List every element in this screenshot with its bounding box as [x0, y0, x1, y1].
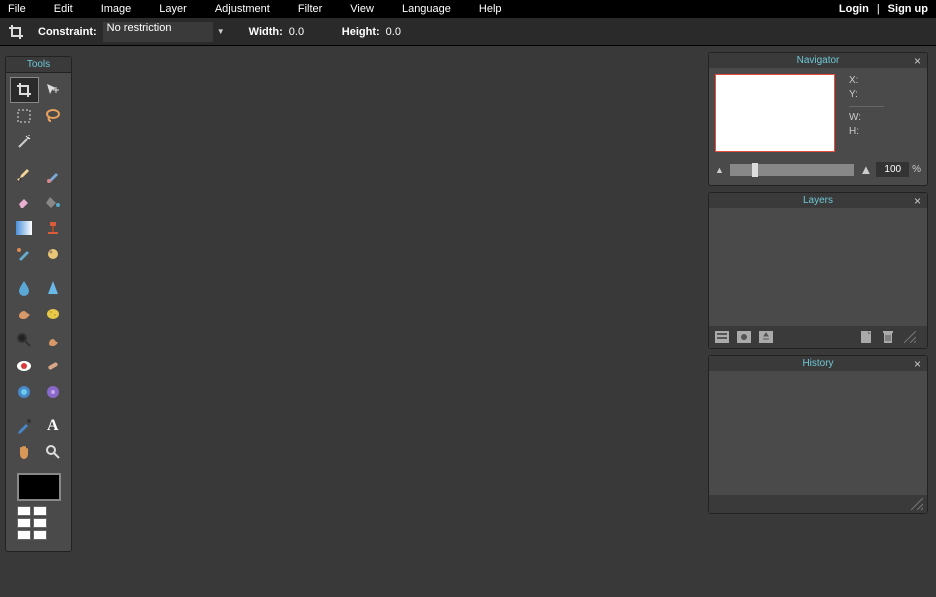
- colorpicker-tool[interactable]: [10, 413, 39, 439]
- menu-language[interactable]: Language: [402, 3, 451, 15]
- swatch[interactable]: [17, 518, 31, 528]
- color-swatches: [10, 505, 67, 547]
- login-link[interactable]: Login: [839, 3, 869, 15]
- zoom-in-icon[interactable]: ▲: [860, 162, 873, 177]
- close-icon[interactable]: ×: [914, 194, 921, 208]
- zoom-slider[interactable]: [730, 164, 854, 176]
- sponge-tool[interactable]: [39, 301, 68, 327]
- eraser-tool[interactable]: [10, 189, 39, 215]
- wand-tool[interactable]: [10, 129, 39, 155]
- foreground-color[interactable]: [17, 473, 61, 501]
- navigator-preview[interactable]: [715, 74, 835, 152]
- swatch[interactable]: [17, 530, 31, 540]
- tools-grid: A: [6, 73, 71, 551]
- new-layer-icon[interactable]: [857, 329, 875, 345]
- blur-tool[interactable]: [10, 275, 39, 301]
- menu-file[interactable]: File: [8, 3, 26, 15]
- zoom-slider-thumb[interactable]: [752, 163, 758, 177]
- swatch[interactable]: [33, 530, 47, 540]
- swatch[interactable]: [33, 518, 47, 528]
- close-icon[interactable]: ×: [914, 54, 921, 68]
- redeye-tool[interactable]: [10, 353, 39, 379]
- crop-tool[interactable]: [10, 77, 39, 103]
- height-input[interactable]: [386, 26, 421, 38]
- menu-view[interactable]: View: [350, 3, 374, 15]
- navigator-title: Navigator ×: [709, 53, 927, 68]
- history-title: History ×: [709, 356, 927, 371]
- width-label: Width:: [249, 26, 283, 38]
- clone-stamp-tool[interactable]: [39, 215, 68, 241]
- layer-styles-icon[interactable]: [757, 329, 775, 345]
- nav-x-label: X:: [849, 74, 921, 88]
- layers-toolbar: [709, 326, 927, 348]
- menu-image[interactable]: Image: [101, 3, 132, 15]
- swatch[interactable]: [33, 506, 47, 516]
- hand-tool[interactable]: [10, 439, 39, 465]
- nav-h-label: H:: [849, 125, 921, 139]
- close-icon[interactable]: ×: [914, 357, 921, 371]
- layer-settings-icon[interactable]: [713, 329, 731, 345]
- trash-icon[interactable]: [879, 329, 897, 345]
- auth-separator: |: [877, 3, 880, 15]
- constraint-label: Constraint:: [38, 26, 97, 38]
- move-tool[interactable]: [39, 77, 67, 103]
- color-replace-tool[interactable]: [10, 241, 39, 267]
- layer-mask-icon[interactable]: [735, 329, 753, 345]
- swatch[interactable]: [17, 506, 31, 516]
- constraint-dropdown[interactable]: No restriction: [103, 22, 213, 42]
- workspace: Tools: [0, 46, 936, 597]
- tools-panel-title: Tools: [6, 57, 71, 73]
- burn-tool[interactable]: [39, 327, 68, 353]
- menu-bar: File Edit Image Layer Adjustment Filter …: [0, 0, 936, 18]
- type-tool[interactable]: A: [39, 413, 68, 439]
- menu-filter[interactable]: Filter: [298, 3, 322, 15]
- history-list: [709, 371, 927, 495]
- bucket-tool[interactable]: [39, 189, 68, 215]
- resize-handle-icon[interactable]: [911, 498, 923, 510]
- empty-tool: [39, 129, 68, 155]
- smudge-tool[interactable]: [10, 301, 39, 327]
- sharpen-tool[interactable]: [39, 275, 68, 301]
- pencil-tool[interactable]: [10, 163, 39, 189]
- gradient-tool[interactable]: [10, 215, 39, 241]
- zoom-tool[interactable]: [39, 439, 68, 465]
- right-panels: Navigator × X: Y: W: H: ▲ ▲ 100 %: [708, 52, 928, 520]
- options-bar: Constraint: No restriction ▼ Width: Heig…: [0, 18, 936, 46]
- marquee-tool[interactable]: [10, 103, 39, 129]
- lasso-tool[interactable]: [39, 103, 68, 129]
- zoom-out-icon[interactable]: ▲: [715, 165, 724, 175]
- layers-list: [709, 208, 927, 326]
- layers-title-text: Layers: [803, 195, 833, 206]
- dodge-tool[interactable]: [10, 327, 39, 353]
- navigator-title-text: Navigator: [797, 55, 840, 66]
- bloat-tool[interactable]: [10, 379, 39, 405]
- pinch-tool[interactable]: [39, 379, 68, 405]
- history-title-text: History: [802, 358, 833, 369]
- resize-handle-icon[interactable]: [901, 329, 919, 345]
- chevron-down-icon[interactable]: ▼: [213, 22, 229, 42]
- spot-heal-tool[interactable]: [39, 353, 68, 379]
- zoom-value[interactable]: 100: [876, 162, 909, 177]
- nav-y-label: Y:: [849, 88, 921, 102]
- navigator-panel: Navigator × X: Y: W: H: ▲ ▲ 100 %: [708, 52, 928, 186]
- menu-edit[interactable]: Edit: [54, 3, 73, 15]
- menu-adjustment[interactable]: Adjustment: [215, 3, 270, 15]
- width-input[interactable]: [289, 26, 324, 38]
- nav-w-label: W:: [849, 111, 921, 125]
- navigator-info: X: Y: W: H:: [835, 74, 921, 152]
- layers-panel: Layers ×: [708, 192, 928, 349]
- crop-icon: [6, 22, 26, 42]
- history-footer: [709, 495, 927, 513]
- height-label: Height:: [342, 26, 380, 38]
- tools-panel: Tools: [5, 56, 72, 552]
- brush-tool[interactable]: [39, 163, 68, 189]
- layers-title: Layers ×: [709, 193, 927, 208]
- menu-layer[interactable]: Layer: [159, 3, 187, 15]
- history-panel: History ×: [708, 355, 928, 514]
- menu-help[interactable]: Help: [479, 3, 502, 15]
- zoom-percent-symbol: %: [912, 164, 921, 175]
- signup-link[interactable]: Sign up: [888, 3, 928, 15]
- drawing-tool[interactable]: [39, 241, 68, 267]
